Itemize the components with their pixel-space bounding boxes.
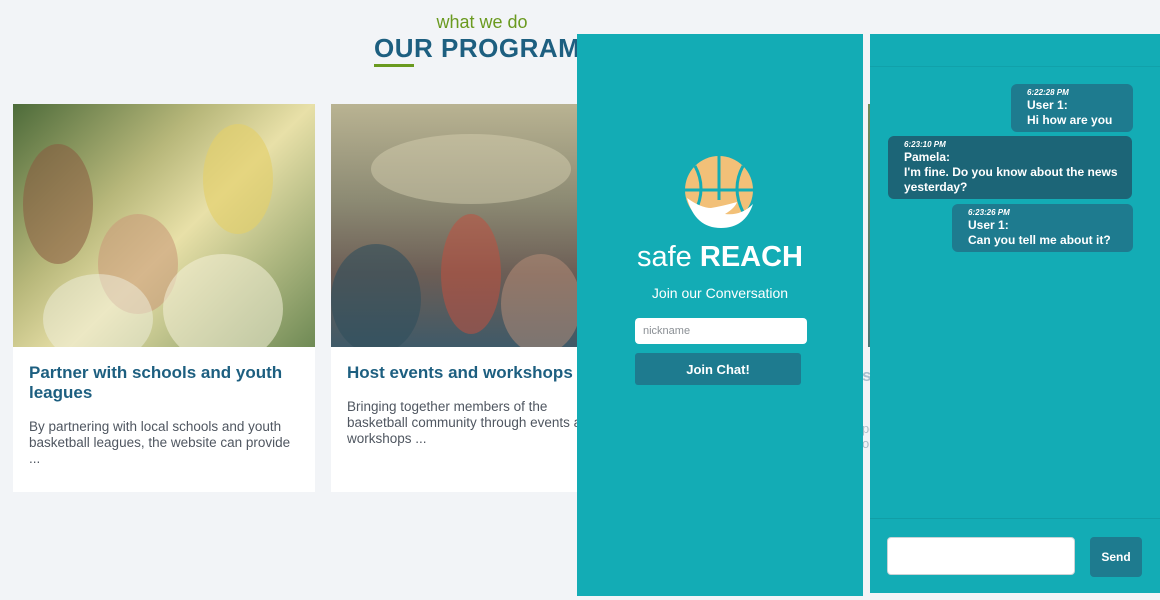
basketball-hands-icon <box>685 156 753 228</box>
message-input[interactable] <box>887 537 1075 575</box>
program-card-partner[interactable]: Partner with schools and youth leagues B… <box>13 104 315 492</box>
message-timestamp: 6:23:26 PM <box>968 208 1010 217</box>
brand-bold: REACH <box>699 241 803 273</box>
title-underline <box>374 64 414 67</box>
chat-login-panel: safe REACH Join our Conversation Join Ch… <box>577 34 863 596</box>
chat-window: 6:22:28 PM User 1: Hi how are you 6:23:1… <box>870 34 1160 593</box>
brand-name: safe REACH <box>577 241 863 274</box>
join-tagline: Join our Conversation <box>651 285 789 301</box>
chat-header <box>870 34 1160 67</box>
card-image-students <box>13 104 315 347</box>
section-kicker: what we do <box>436 12 528 32</box>
send-button[interactable]: Send <box>1090 537 1142 577</box>
message-sender: Pamela: <box>904 150 951 164</box>
message-sender: User 1: <box>1027 98 1068 112</box>
message-text: Hi how are you <box>1027 113 1113 127</box>
message-timestamp: 6:23:10 PM <box>904 140 946 149</box>
message-timestamp: 6:22:28 PM <box>1027 88 1069 97</box>
card-title: Host events and workshops <box>347 363 573 382</box>
card-text: By partnering with local schools and you… <box>29 419 291 466</box>
message-sender: User 1: <box>968 218 1009 232</box>
card-text: Bringing together members of the basketb… <box>347 399 597 446</box>
chat-composer: Send <box>870 518 1160 593</box>
message-text: Can you tell me about it? <box>968 233 1111 247</box>
message-text: I'm fine. Do you know about the news yes… <box>904 165 1118 194</box>
chat-message-theirs: 6:23:10 PM Pamela: I'm fine. Do you know… <box>888 136 1132 199</box>
join-chat-button[interactable]: Join Chat! <box>635 353 801 385</box>
chat-message-mine: 6:22:28 PM User 1: Hi how are you <box>1011 84 1133 132</box>
card-title: Partner with schools and youth leagues <box>29 363 283 402</box>
brand-light: safe <box>636 241 692 273</box>
nickname-input[interactable] <box>635 318 807 344</box>
chat-message-mine: 6:23:26 PM User 1: Can you tell me about… <box>952 204 1133 252</box>
section-title: OUR PROGRAMS <box>374 33 599 63</box>
